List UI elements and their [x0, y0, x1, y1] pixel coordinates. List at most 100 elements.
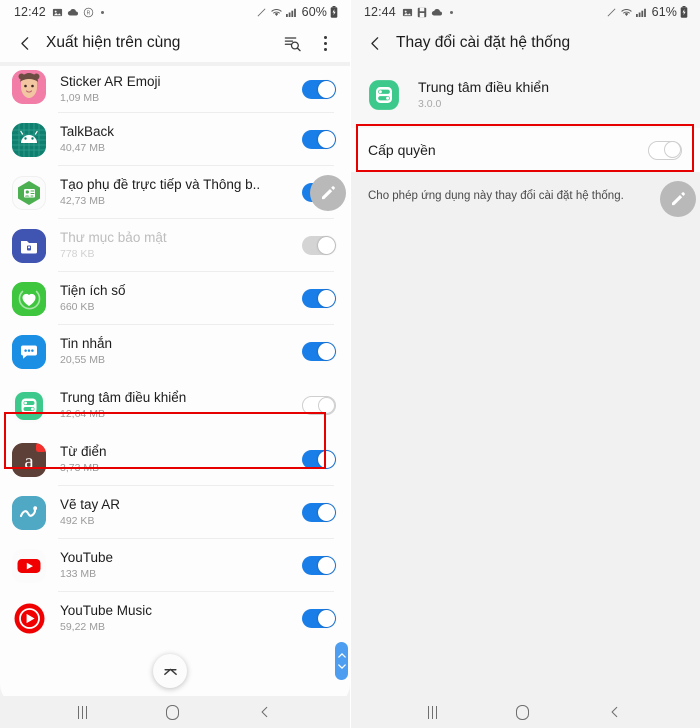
screenshot-root: 12:42 R 60% Xuất hiện trên cùng Sticker … [0, 0, 700, 728]
more-options-icon[interactable] [316, 35, 334, 51]
table-row[interactable]: Thư mục bảo mật 778 KB [0, 219, 350, 272]
back-icon[interactable] [258, 705, 272, 719]
home-icon[interactable] [166, 704, 180, 720]
pen-icon [256, 7, 267, 18]
recents-icon[interactable] [427, 705, 438, 719]
app-toggle[interactable] [302, 80, 336, 99]
edit-pencil-icon [672, 192, 685, 206]
table-row[interactable]: a Từ điển 3,73 MB [0, 433, 350, 486]
app-size: 660 KB [60, 301, 95, 314]
app-size: 40,47 MB [60, 142, 105, 155]
app-name: Vẽ tay AR [60, 497, 121, 513]
app-toggle[interactable] [302, 342, 336, 361]
cloud-icon [67, 7, 79, 18]
app-size: 12,64 MB [60, 408, 105, 421]
dictionary-icon: a [12, 442, 46, 477]
app-size: 1,09 MB [60, 92, 100, 105]
table-row[interactable]: YouTube 133 MB [0, 539, 350, 592]
edit-pencil-button[interactable] [310, 175, 346, 211]
table-row[interactable]: YouTube Music 59,22 MB [0, 592, 350, 645]
app-toggle[interactable] [302, 130, 336, 149]
app-size: 3,73 MB [60, 462, 100, 475]
right-app-bar: Thay đổi cài đặt hệ thống [350, 24, 700, 62]
control-center-icon [12, 388, 46, 423]
back-chevron-icon[interactable] [362, 30, 388, 56]
ar-doodle-icon [12, 495, 46, 530]
app-name: Tiện ích số [60, 283, 126, 299]
recents-icon[interactable] [77, 705, 88, 719]
back-icon[interactable] [608, 705, 622, 719]
list-item-labels: Tạo phụ đề trực tiếp và Thông b.. 42,73 … [60, 177, 302, 207]
permission-description: Cho phép ứng dụng này thay đổi cài đặt h… [368, 190, 624, 202]
app-name: TalkBack [60, 124, 115, 140]
app-info-header: Trung tâm điều khiển 3.0.0 [350, 62, 700, 128]
app-size: 133 MB [60, 568, 97, 581]
app-size: 492 KB [60, 515, 95, 528]
list-item-labels: Tin nhắn 20,55 MB [60, 336, 302, 366]
app-size: 778 KB [60, 248, 95, 261]
app-toggle[interactable] [302, 450, 336, 469]
right-status-system-icons: 61% [606, 5, 688, 19]
right-battery-percent: 61% [651, 5, 677, 19]
image-icon [52, 7, 63, 18]
fast-scroll-thumb[interactable] [335, 642, 348, 680]
edit-pencil-button[interactable] [660, 181, 696, 217]
right-status-time: 12:44 [364, 5, 396, 19]
signal-icon [285, 7, 298, 18]
right-navigation-bar [350, 696, 700, 728]
table-row[interactable]: Sticker AR Emoji 1,09 MB [0, 66, 350, 113]
list-item-labels: TalkBack 40,47 MB [60, 124, 302, 154]
right-content: Trung tâm điều khiển 3.0.0 Cấp quyền Cho… [350, 62, 700, 722]
app-name: Trung tâm điều khiển [60, 390, 187, 406]
app-toggle[interactable] [302, 609, 336, 628]
battery-icon [330, 6, 338, 18]
svg-text:R: R [86, 10, 90, 16]
dot-icon [449, 10, 453, 14]
secure-folder-icon [12, 228, 46, 263]
scroll-to-top-icon [163, 668, 177, 675]
table-row[interactable]: Vẽ tay AR 492 KB [0, 486, 350, 539]
app-toggle[interactable] [302, 236, 336, 255]
table-row[interactable]: Tạo phụ đề trực tiếp và Thông b.. 42,73 … [0, 166, 350, 219]
left-app-bar: Xuất hiện trên cùng [0, 24, 350, 62]
left-scroll-area[interactable]: Sticker AR Emoji 1,09 MB TalkBack 40,47 … [0, 62, 350, 722]
list-item-labels: Vẽ tay AR 492 KB [60, 497, 302, 527]
registered-icon: R [83, 7, 94, 18]
app-name: YouTube Music [60, 603, 153, 619]
app-toggle[interactable] [302, 503, 336, 522]
scroll-to-top-button[interactable] [153, 654, 187, 688]
right-status-notification-icons [402, 7, 453, 18]
app-toggle[interactable] [302, 289, 336, 308]
table-row[interactable]: Tiện ích số 660 KB [0, 272, 350, 325]
table-row-control-center[interactable]: Trung tâm điều khiển 12,64 MB [0, 378, 350, 433]
app-toggle[interactable] [302, 556, 336, 575]
permission-label: Cấp quyền [368, 142, 436, 158]
youtube-music-icon [12, 602, 46, 636]
search-list-icon[interactable] [283, 34, 302, 53]
left-status-bar: 12:42 R 60% [0, 0, 350, 24]
app-name: Trung tâm điều khiển [418, 78, 549, 95]
right-status-bar: 12:44 61% [350, 0, 700, 24]
battery-icon [680, 6, 688, 18]
sticker-ar-emoji-icon [12, 69, 46, 104]
dot-icon [100, 10, 104, 14]
signal-icon [635, 7, 648, 18]
app-size: 59,22 MB [60, 621, 105, 634]
control-center-icon [368, 79, 400, 111]
back-chevron-icon[interactable] [12, 30, 38, 56]
left-phone-screen: 12:42 R 60% Xuất hiện trên cùng Sticker … [0, 0, 350, 728]
list-item-labels: Thư mục bảo mật 778 KB [60, 230, 302, 260]
page-title: Xuất hiện trên cùng [46, 34, 181, 51]
app-toggle[interactable] [302, 396, 336, 415]
app-name: Tạo phụ đề trực tiếp và Thông b.. [60, 177, 261, 193]
home-icon[interactable] [516, 704, 530, 720]
permission-toggle[interactable] [648, 140, 682, 160]
app-name: YouTube [60, 550, 114, 566]
list-item-labels: Trung tâm điều khiển 12,64 MB [60, 390, 302, 420]
table-row[interactable]: Tin nhắn 20,55 MB [0, 325, 350, 378]
app-list: Sticker AR Emoji 1,09 MB TalkBack 40,47 … [0, 66, 350, 706]
youtube-icon [12, 548, 46, 583]
app-name: Từ điển [60, 444, 107, 460]
permission-row[interactable]: Cấp quyền [350, 128, 700, 172]
table-row[interactable]: TalkBack 40,47 MB [0, 113, 350, 166]
